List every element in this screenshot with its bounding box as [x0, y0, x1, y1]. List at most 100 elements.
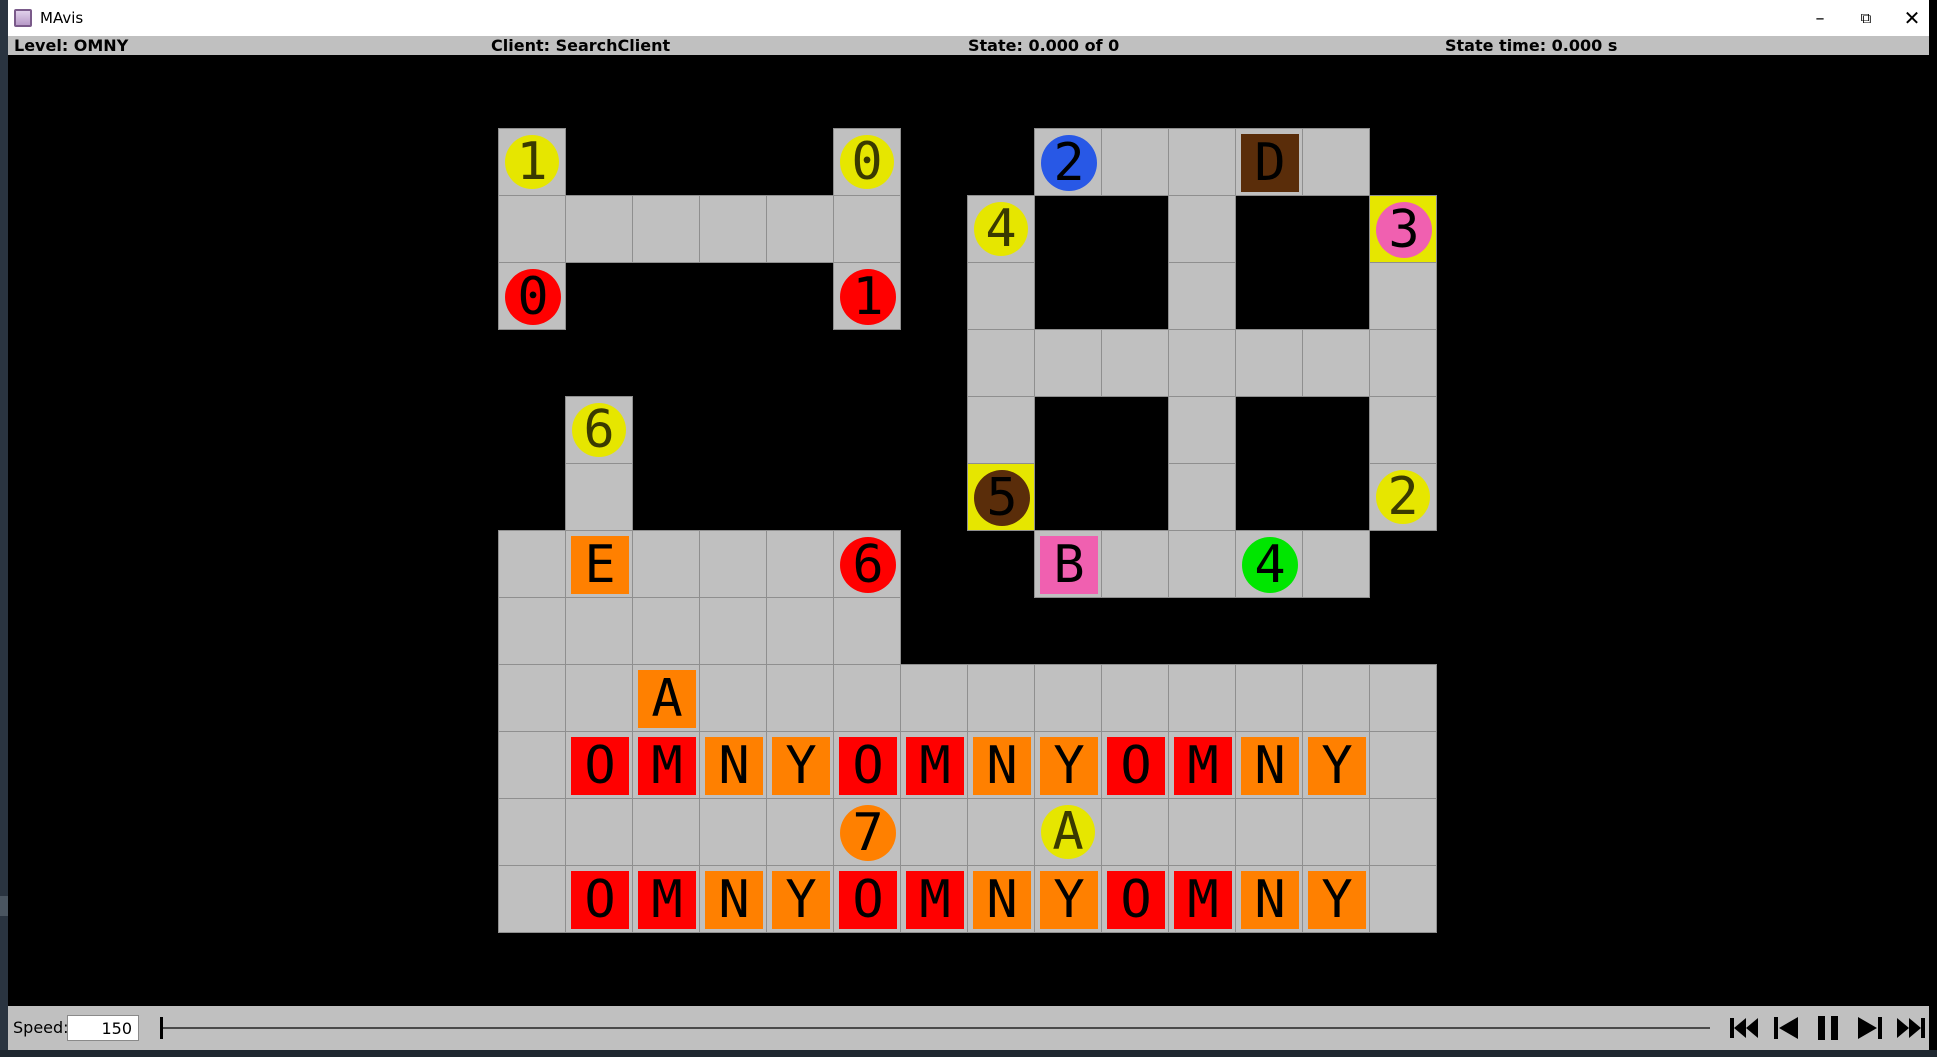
floor-cell	[766, 798, 834, 866]
floor-cell: 2	[1034, 128, 1102, 196]
floor-cell	[1235, 798, 1303, 866]
step-back-button[interactable]	[1769, 1012, 1803, 1044]
floor-cell	[766, 664, 834, 732]
step-forward-icon	[1858, 1017, 1882, 1039]
agent: 7	[840, 805, 896, 861]
floor-cell: N	[967, 731, 1035, 799]
floor-cell	[632, 798, 700, 866]
restore-button[interactable]: ⧉	[1843, 0, 1889, 36]
agent: 5	[974, 470, 1030, 526]
agent: 1	[840, 269, 896, 325]
status-bar: Level: OMNY Client: SearchClient State: …	[8, 36, 1929, 55]
floor-cell	[833, 195, 901, 263]
step-back-icon	[1774, 1017, 1798, 1039]
floor-cell	[1168, 463, 1236, 531]
floor-cell: N	[699, 731, 767, 799]
floor-cell	[498, 731, 566, 799]
floor-cell	[565, 798, 633, 866]
floor-cell	[699, 530, 767, 598]
floor-cell: 6	[565, 396, 633, 464]
floor-cell: N	[699, 865, 767, 933]
floor-cell: D	[1235, 128, 1303, 196]
floor-cell	[1369, 865, 1437, 933]
box: Y	[1308, 871, 1366, 929]
box: M	[638, 737, 696, 795]
floor-cell: 1	[833, 262, 901, 330]
box: Y	[772, 737, 830, 795]
floor-cell: Y	[766, 731, 834, 799]
app-icon	[14, 9, 32, 27]
floor-cell	[833, 597, 901, 665]
floor-cell	[498, 664, 566, 732]
floor-cell	[1168, 396, 1236, 464]
box: O	[839, 871, 897, 929]
floor-cell	[498, 597, 566, 665]
floor-cell: N	[1235, 731, 1303, 799]
agent-goal-marker: 1	[499, 129, 565, 195]
floor-cell: O	[833, 865, 901, 933]
desktop-edge-mark	[0, 896, 8, 916]
floor-cell	[1369, 262, 1437, 330]
box: N	[973, 737, 1031, 795]
restore-icon: ⧉	[1860, 9, 1872, 27]
agent: 0	[505, 269, 561, 325]
floor-cell: N	[1235, 865, 1303, 933]
skip-to-start-icon	[1730, 1018, 1758, 1038]
playback-bar: Speed:	[8, 1006, 1929, 1050]
floor-cell: 6	[833, 530, 901, 598]
floor-cell	[565, 463, 633, 531]
box: Y	[1040, 871, 1098, 929]
goal-label: 1	[516, 132, 548, 192]
box: E	[571, 536, 629, 594]
floor-cell: 7	[833, 798, 901, 866]
floor-cell: 4	[1235, 530, 1303, 598]
box: A	[638, 670, 696, 728]
floor-cell	[967, 798, 1035, 866]
floor-cell	[766, 530, 834, 598]
floor-cell	[900, 664, 968, 732]
skip-to-start-button[interactable]	[1727, 1012, 1761, 1044]
floor-cell	[699, 664, 767, 732]
floor-cell: 0	[498, 262, 566, 330]
floor-cell: Y	[1302, 731, 1370, 799]
floor-cell	[498, 798, 566, 866]
goal-cell: 5	[967, 463, 1035, 531]
client-label: Client: SearchClient	[491, 36, 671, 55]
floor-cell	[1369, 731, 1437, 799]
box: D	[1241, 134, 1299, 192]
agent-goal-marker: 2	[1370, 464, 1436, 530]
speed-input[interactable]	[67, 1015, 139, 1041]
floor-cell	[632, 195, 700, 263]
floor-cell	[1235, 664, 1303, 732]
pause-button[interactable]	[1811, 1012, 1845, 1044]
agent: 3	[1376, 202, 1432, 258]
agent-goal-marker: 4	[968, 196, 1034, 262]
close-icon: ✕	[1903, 6, 1921, 30]
close-button[interactable]: ✕	[1889, 0, 1935, 36]
floor-cell	[1168, 664, 1236, 732]
floor-cell: M	[900, 731, 968, 799]
skip-to-end-icon	[1897, 1018, 1925, 1038]
agent-goal-marker: A	[1035, 799, 1101, 865]
box: M	[906, 871, 964, 929]
floor-cell	[1302, 329, 1370, 397]
skip-to-end-button[interactable]	[1894, 1012, 1928, 1044]
timeline-thumb[interactable]	[160, 1017, 163, 1039]
floor-cell	[1034, 664, 1102, 732]
taskbar-strip	[0, 1050, 1937, 1057]
state-time-label: State time: 0.000 s	[1445, 36, 1618, 55]
box: N	[705, 737, 763, 795]
timeline-slider[interactable]	[162, 1027, 1710, 1029]
floor-cell: O	[833, 731, 901, 799]
step-forward-button[interactable]	[1853, 1012, 1887, 1044]
floor-cell: 0	[833, 128, 901, 196]
box: O	[839, 737, 897, 795]
box: N	[705, 871, 763, 929]
floor-cell: M	[900, 865, 968, 933]
floor-cell	[833, 664, 901, 732]
box: B	[1040, 536, 1098, 594]
minimize-button[interactable]: –	[1797, 0, 1843, 36]
floor-cell	[1101, 664, 1169, 732]
goal-label: A	[1052, 802, 1084, 862]
pause-icon	[1818, 1016, 1838, 1040]
